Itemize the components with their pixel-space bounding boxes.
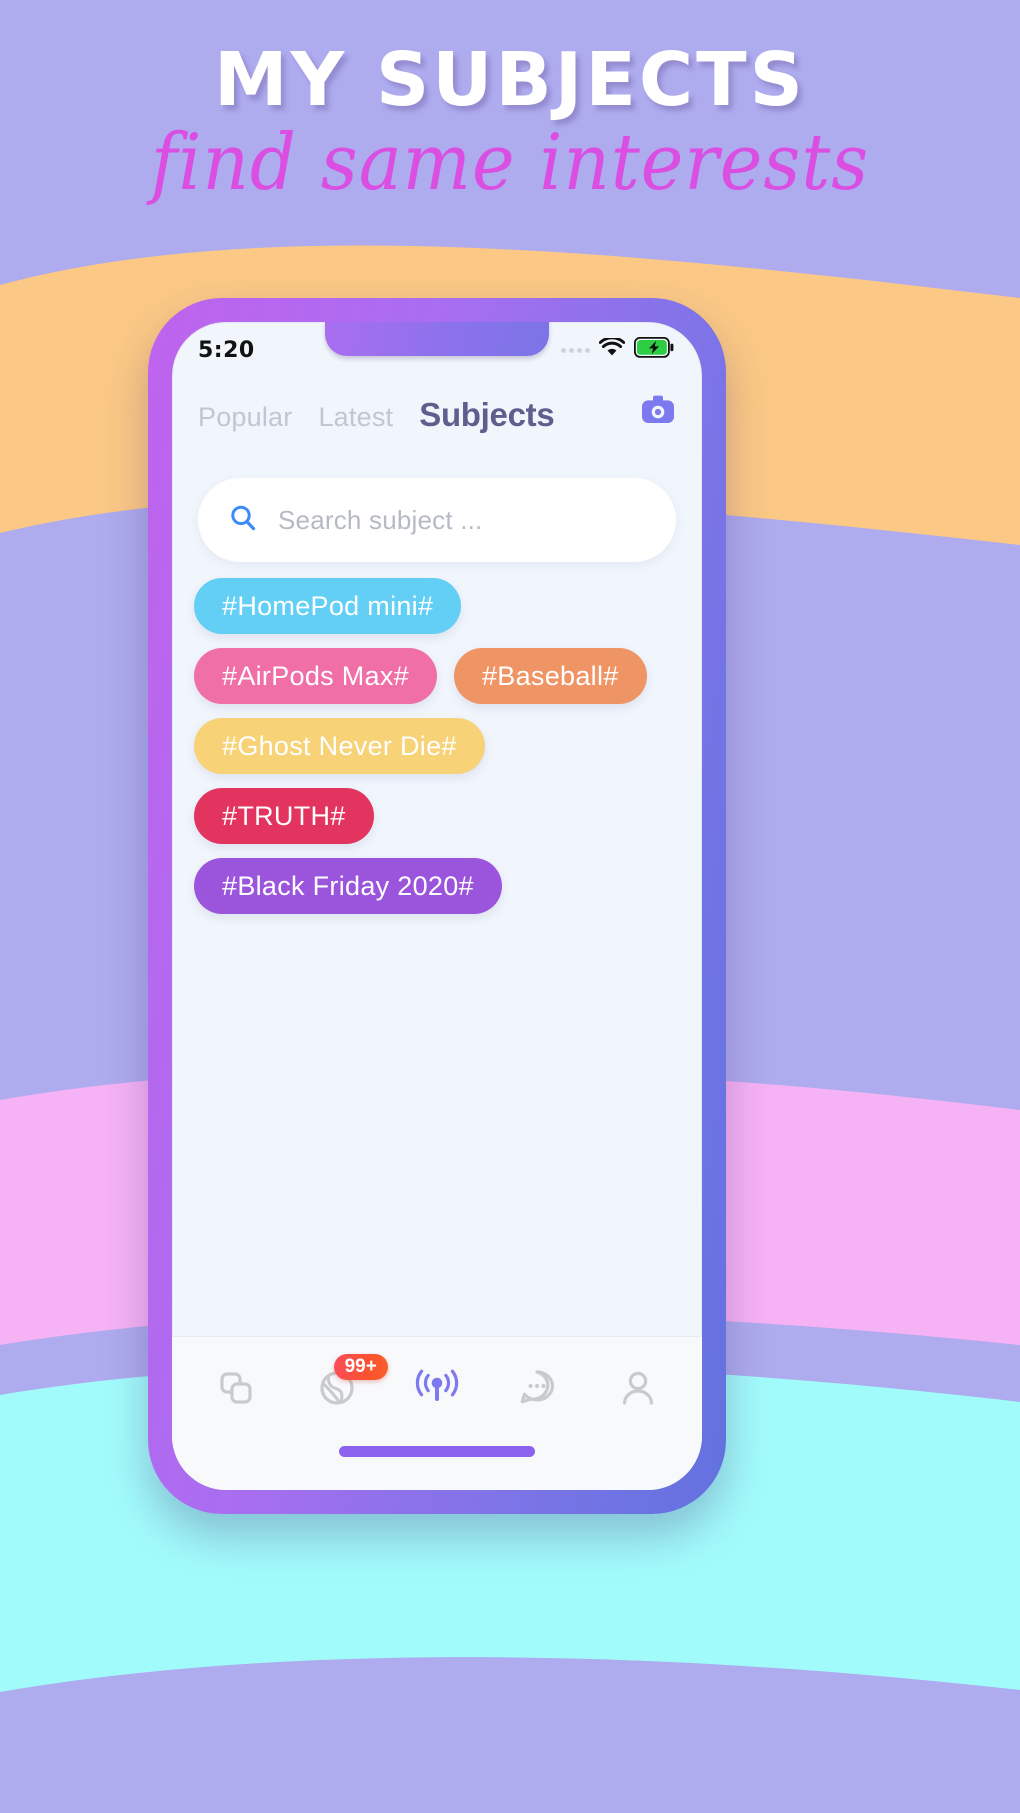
copy-squares-icon <box>214 1366 258 1415</box>
nav-item-broadcast[interactable] <box>404 1358 470 1424</box>
tag-airpods-max[interactable]: #AirPods Max# <box>194 648 437 704</box>
wifi-icon <box>598 336 626 362</box>
camera-button[interactable] <box>638 392 678 432</box>
person-icon <box>616 1366 660 1415</box>
search-input[interactable]: Search subject ... <box>278 505 482 536</box>
status-indicators <box>561 336 674 363</box>
nav-badge-discover: 99+ <box>333 1353 388 1380</box>
broadcast-icon <box>412 1366 462 1415</box>
tag-row: #HomePod mini# <box>194 578 676 634</box>
status-time: 5:20 <box>198 337 255 363</box>
nav-item-feed[interactable] <box>203 1358 269 1424</box>
tab-subjects[interactable]: Subjects <box>419 396 554 434</box>
tag-ghost-never-die[interactable]: #Ghost Never Die# <box>194 718 485 774</box>
search-section: Search subject ... <box>172 434 702 562</box>
tag-row: #TRUTH# <box>194 788 676 844</box>
nav-item-discover[interactable]: 99+ <box>304 1353 388 1424</box>
signal-dots-icon <box>561 347 590 353</box>
tag-homepod-mini[interactable]: #HomePod mini# <box>194 578 462 634</box>
search-bar[interactable]: Search subject ... <box>198 478 676 562</box>
chat-bubble-icon <box>514 1365 560 1416</box>
phone-screen: 5:20 Popular Latest Subjects Search subj… <box>172 322 702 1490</box>
tag-baseball[interactable]: #Baseball# <box>453 648 647 704</box>
phone-mockup: 5:20 Popular Latest Subjects Search subj… <box>148 298 726 1514</box>
tag-black-friday-2020[interactable]: #Black Friday 2020# <box>194 858 502 914</box>
search-icon <box>228 503 258 538</box>
bottom-navigation: 99+ <box>172 1336 702 1444</box>
top-tab-bar: Popular Latest Subjects <box>172 378 702 434</box>
tag-truth[interactable]: #TRUTH# <box>194 788 374 844</box>
camera-icon <box>641 395 675 430</box>
home-indicator[interactable] <box>339 1446 535 1457</box>
phone-notch <box>325 322 549 356</box>
subject-tag-list: #HomePod mini# #AirPods Max# #Baseball# … <box>172 562 702 914</box>
tag-row: #AirPods Max# #Baseball# <box>194 648 676 704</box>
nav-item-profile[interactable] <box>605 1358 671 1424</box>
tab-popular[interactable]: Popular <box>198 402 292 433</box>
tab-latest[interactable]: Latest <box>318 402 393 433</box>
tag-row: #Black Friday 2020# <box>194 858 676 914</box>
battery-charging-icon <box>633 336 674 363</box>
home-indicator-area <box>172 1444 702 1490</box>
nav-item-messages[interactable] <box>504 1358 570 1424</box>
tag-row: #Ghost Never Die# <box>194 718 676 774</box>
